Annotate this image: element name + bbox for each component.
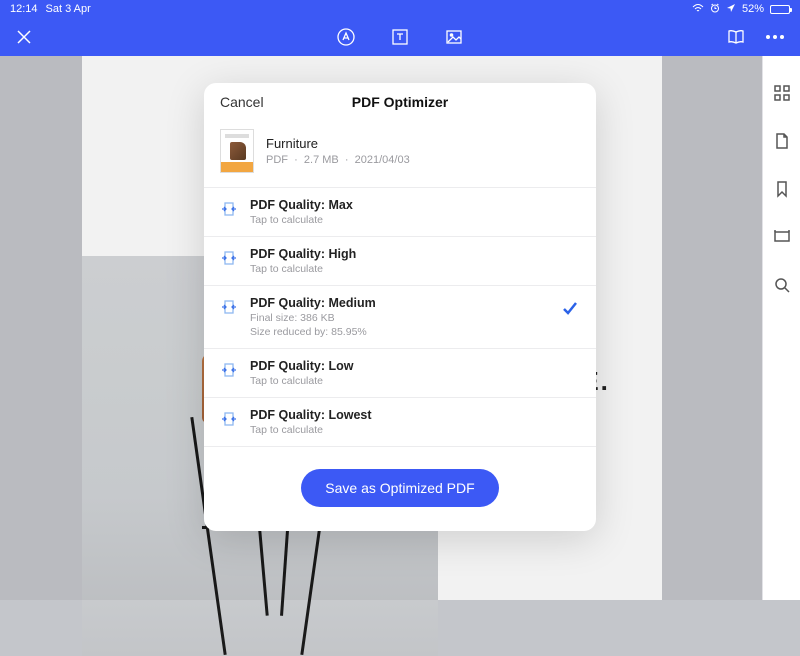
thumbnails-icon[interactable] bbox=[773, 84, 791, 102]
compress-icon bbox=[220, 298, 238, 316]
quality-option-high[interactable]: PDF Quality: High Tap to calculate bbox=[204, 237, 596, 286]
compress-icon bbox=[220, 361, 238, 379]
annotate-icon[interactable] bbox=[336, 27, 356, 47]
nav-bar bbox=[0, 18, 800, 56]
quality-option-medium[interactable]: PDF Quality: Medium Final size: 386 KB S… bbox=[204, 286, 596, 349]
checkmark-icon bbox=[562, 300, 578, 316]
location-icon bbox=[726, 3, 736, 16]
file-name: Furniture bbox=[266, 136, 410, 151]
option-title: PDF Quality: Medium bbox=[250, 296, 376, 310]
file-info-row: Furniture PDF · 2.7 MB · 2021/04/03 bbox=[204, 121, 596, 187]
status-date: Sat 3 Apr bbox=[46, 3, 91, 15]
quality-options-list: PDF Quality: Max Tap to calculate PDF Qu… bbox=[204, 187, 596, 447]
file-icon[interactable] bbox=[773, 132, 791, 150]
status-time: 12:14 bbox=[10, 3, 38, 15]
option-subtitle: Tap to calculate bbox=[250, 424, 372, 436]
alarm-icon bbox=[710, 3, 720, 16]
image-tool-icon[interactable] bbox=[444, 27, 464, 47]
book-icon[interactable] bbox=[726, 27, 746, 47]
option-title: PDF Quality: Lowest bbox=[250, 408, 372, 422]
compress-icon bbox=[220, 410, 238, 428]
file-thumbnail bbox=[220, 129, 254, 173]
option-title: PDF Quality: Max bbox=[250, 198, 353, 212]
wifi-icon bbox=[692, 3, 704, 16]
battery-percent: 52% bbox=[742, 3, 764, 15]
dialog-title: PDF Optimizer bbox=[352, 94, 448, 110]
save-optimized-button[interactable]: Save as Optimized PDF bbox=[301, 469, 498, 507]
battery-icon bbox=[770, 5, 790, 14]
text-tool-icon[interactable] bbox=[390, 27, 410, 47]
option-title: PDF Quality: High bbox=[250, 247, 356, 261]
option-subtitle: Tap to calculate bbox=[250, 214, 353, 226]
search-icon[interactable] bbox=[773, 276, 791, 294]
option-subtitle: Tap to calculate bbox=[250, 263, 356, 275]
option-subtitle: Tap to calculate bbox=[250, 375, 353, 387]
presentation-icon[interactable] bbox=[773, 228, 791, 246]
option-subtitle: Final size: 386 KB bbox=[250, 312, 376, 324]
compress-icon bbox=[220, 200, 238, 218]
quality-option-lowest[interactable]: PDF Quality: Lowest Tap to calculate bbox=[204, 398, 596, 447]
option-title: PDF Quality: Low bbox=[250, 359, 353, 373]
compress-icon bbox=[220, 249, 238, 267]
bookmark-icon[interactable] bbox=[773, 180, 791, 198]
cancel-button[interactable]: Cancel bbox=[220, 94, 264, 110]
quality-option-low[interactable]: PDF Quality: Low Tap to calculate bbox=[204, 349, 596, 398]
quality-option-max[interactable]: PDF Quality: Max Tap to calculate bbox=[204, 188, 596, 237]
pdf-optimizer-dialog: Cancel PDF Optimizer Furniture PDF · 2.7… bbox=[204, 83, 596, 531]
more-menu-icon[interactable] bbox=[766, 35, 784, 39]
file-meta: PDF · 2.7 MB · 2021/04/03 bbox=[266, 154, 410, 166]
close-button[interactable] bbox=[16, 29, 32, 45]
status-bar: 12:14 Sat 3 Apr 52% bbox=[0, 0, 800, 18]
right-sidebar bbox=[762, 56, 800, 600]
option-subtitle-2: Size reduced by: 85.95% bbox=[250, 326, 376, 338]
